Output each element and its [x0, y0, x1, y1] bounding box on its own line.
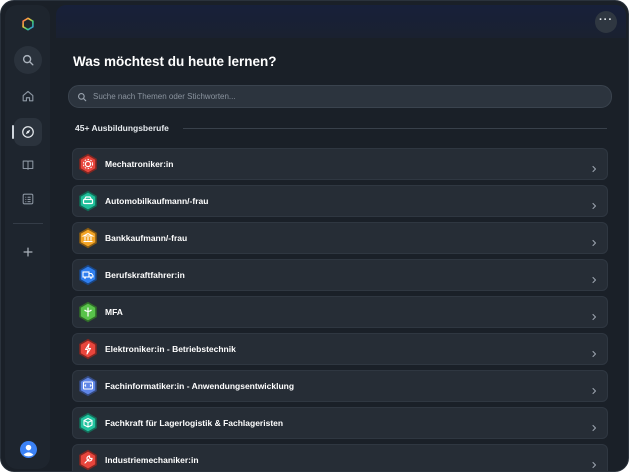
- gear-icon: [77, 153, 99, 175]
- list-item[interactable]: Fachkraft für Lagerlogistik & Fachlageri…: [72, 407, 608, 439]
- search-bar[interactable]: [68, 85, 612, 108]
- chevron-right-icon: [590, 419, 598, 432]
- list-item[interactable]: Industriemechaniker:in: [72, 444, 608, 471]
- profession-list: Mechatroniker:in Automobilkaufmann/-frau B…: [72, 148, 608, 471]
- search-icon: [22, 54, 34, 66]
- list-item-label: Automobilkaufmann/-frau: [105, 196, 209, 206]
- list-item-label: Fachinformatiker:in - Anwendungsentwickl…: [105, 381, 295, 391]
- list-item-label: Mechatroniker:in: [105, 159, 174, 169]
- list-item-label: Fachkraft für Lagerlogistik & Fachlageri…: [105, 418, 284, 428]
- medical-icon: [77, 301, 99, 323]
- chevron-right-icon: [590, 271, 598, 284]
- home-icon: [22, 90, 34, 102]
- list-item-label: Industriemechaniker:in: [105, 455, 199, 465]
- book-icon: [22, 160, 34, 170]
- page-title: Was möchtest du heute lernen?: [73, 54, 277, 69]
- chevron-right-icon: [590, 197, 598, 210]
- sidebar-item-home[interactable]: [14, 82, 42, 110]
- list-item[interactable]: Automobilkaufmann/-frau: [72, 185, 608, 217]
- more-dots-icon: ···: [599, 13, 613, 26]
- search-input[interactable]: [93, 92, 573, 101]
- sidebar-item-library[interactable]: [14, 151, 42, 179]
- checklist-icon: [22, 193, 34, 205]
- sidebar: [5, 5, 50, 469]
- box-icon: [77, 412, 99, 434]
- sidebar-item-add[interactable]: [14, 238, 42, 266]
- more-options-button[interactable]: ···: [595, 11, 617, 33]
- user-avatar-icon: [19, 440, 37, 458]
- chevron-right-icon: [590, 308, 598, 321]
- search-icon: [78, 92, 87, 101]
- top-bar: [56, 5, 626, 38]
- car-icon: [77, 190, 99, 212]
- section-divider: [183, 128, 607, 129]
- list-item[interactable]: Bankkaufmann/-frau: [72, 222, 608, 254]
- list-item[interactable]: Elektroniker:in - Betriebstechnik: [72, 333, 608, 365]
- truck-icon: [77, 264, 99, 286]
- list-item[interactable]: Fachinformatiker:in - Anwendungsentwickl…: [72, 370, 608, 402]
- bolt-icon: [77, 338, 99, 360]
- code-icon: [77, 375, 99, 397]
- chevron-right-icon: [590, 382, 598, 395]
- chevron-right-icon: [590, 160, 598, 173]
- chevron-right-icon: [590, 345, 598, 358]
- chevron-right-icon: [590, 456, 598, 469]
- sidebar-item-explore[interactable]: [14, 118, 42, 146]
- list-item-label: Elektroniker:in - Betriebstechnik: [105, 344, 236, 354]
- list-item[interactable]: MFA: [72, 296, 608, 328]
- chevron-right-icon: [590, 234, 598, 247]
- list-item-label: Bankkaufmann/-frau: [105, 233, 188, 243]
- compass-icon: [22, 126, 34, 138]
- list-item[interactable]: Mechatroniker:in: [72, 148, 608, 180]
- list-item-label: MFA: [105, 307, 123, 317]
- app-window: ··· Was möchtest du heute lernen? 45+ Au…: [0, 0, 629, 472]
- list-item[interactable]: Berufskraftfahrer:in: [72, 259, 608, 291]
- sidebar-item-search[interactable]: [14, 46, 42, 74]
- list-item-label: Berufskraftfahrer:in: [105, 270, 185, 280]
- wrench-icon: [77, 449, 99, 471]
- sidebar-item-profile[interactable]: [14, 435, 42, 463]
- bank-icon: [77, 227, 99, 249]
- hexagon-logo-icon[interactable]: [14, 10, 42, 38]
- sidebar-divider: [13, 223, 43, 224]
- section-heading: 45+ Ausbildungsberufe: [75, 123, 169, 133]
- sidebar-item-lists[interactable]: [14, 185, 42, 213]
- plus-icon: [23, 247, 33, 257]
